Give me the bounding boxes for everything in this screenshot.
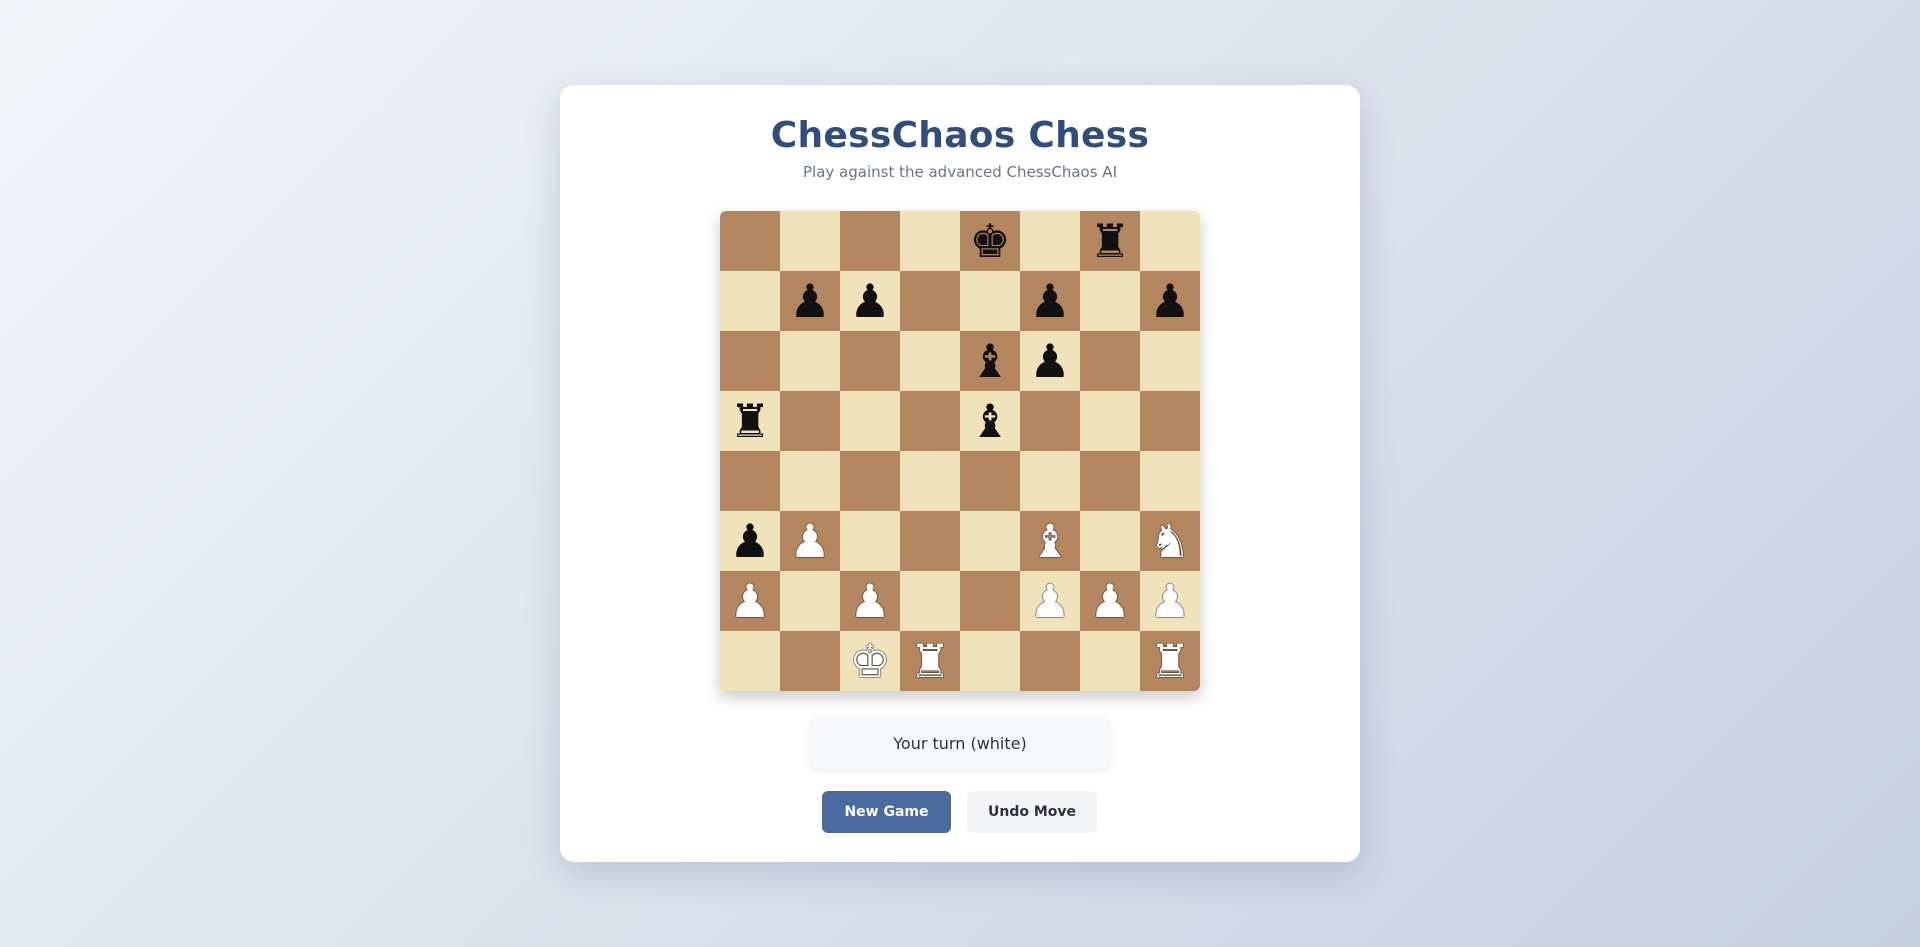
black-pawn-icon[interactable]: ♟ (729, 518, 770, 564)
square-g8[interactable]: ♜ (1080, 211, 1140, 271)
white-pawn-icon[interactable]: ♟ (729, 578, 770, 624)
square-h1[interactable]: ♜ (1140, 631, 1200, 691)
square-a6[interactable] (720, 331, 780, 391)
square-h2[interactable]: ♟ (1140, 571, 1200, 631)
square-h4[interactable] (1140, 451, 1200, 511)
square-d3[interactable] (900, 511, 960, 571)
square-h7[interactable]: ♟ (1140, 271, 1200, 331)
new-game-button[interactable]: New Game (822, 791, 951, 833)
square-e5[interactable]: ♝ (960, 391, 1020, 451)
square-b2[interactable] (780, 571, 840, 631)
square-e3[interactable] (960, 511, 1020, 571)
square-a1[interactable] (720, 631, 780, 691)
square-b5[interactable] (780, 391, 840, 451)
white-pawn-icon[interactable]: ♟ (1149, 578, 1190, 624)
black-pawn-icon[interactable]: ♟ (789, 278, 830, 324)
square-e8[interactable]: ♚ (960, 211, 1020, 271)
white-pawn-icon[interactable]: ♟ (849, 578, 890, 624)
square-a5[interactable]: ♜ (720, 391, 780, 451)
square-d1[interactable]: ♜ (900, 631, 960, 691)
square-f3[interactable]: ♝ (1020, 511, 1080, 571)
square-h5[interactable] (1140, 391, 1200, 451)
square-b4[interactable] (780, 451, 840, 511)
square-g2[interactable]: ♟ (1080, 571, 1140, 631)
square-c7[interactable]: ♟ (840, 271, 900, 331)
square-f2[interactable]: ♟ (1020, 571, 1080, 631)
square-c6[interactable] (840, 331, 900, 391)
square-c2[interactable]: ♟ (840, 571, 900, 631)
square-a8[interactable] (720, 211, 780, 271)
square-b1[interactable] (780, 631, 840, 691)
square-c5[interactable] (840, 391, 900, 451)
undo-move-button[interactable]: Undo Move (967, 791, 1097, 833)
black-pawn-icon[interactable]: ♟ (1029, 338, 1070, 384)
black-king-icon[interactable]: ♚ (969, 218, 1010, 264)
square-g3[interactable] (1080, 511, 1140, 571)
black-pawn-icon[interactable]: ♟ (1149, 278, 1190, 324)
black-rook-icon[interactable]: ♜ (729, 398, 770, 444)
white-pawn-icon[interactable]: ♟ (1089, 578, 1130, 624)
square-d8[interactable] (900, 211, 960, 271)
square-g4[interactable] (1080, 451, 1140, 511)
square-a7[interactable] (720, 271, 780, 331)
square-f1[interactable] (1020, 631, 1080, 691)
black-bishop-icon[interactable]: ♝ (969, 398, 1010, 444)
white-pawn-icon[interactable]: ♟ (789, 518, 830, 564)
square-g6[interactable] (1080, 331, 1140, 391)
square-f5[interactable] (1020, 391, 1080, 451)
square-a4[interactable] (720, 451, 780, 511)
square-h6[interactable] (1140, 331, 1200, 391)
square-b3[interactable]: ♟ (780, 511, 840, 571)
square-g5[interactable] (1080, 391, 1140, 451)
square-c1[interactable]: ♚ (840, 631, 900, 691)
square-a3[interactable]: ♟ (720, 511, 780, 571)
black-pawn-icon[interactable]: ♟ (849, 278, 890, 324)
white-knight-icon[interactable]: ♞ (1149, 518, 1190, 564)
square-a2[interactable]: ♟ (720, 571, 780, 631)
black-rook-icon[interactable]: ♜ (1089, 218, 1130, 264)
square-d2[interactable] (900, 571, 960, 631)
square-c8[interactable] (840, 211, 900, 271)
square-b6[interactable] (780, 331, 840, 391)
game-card: ChessChaos Chess Play against the advanc… (560, 85, 1360, 862)
square-f4[interactable] (1020, 451, 1080, 511)
black-pawn-icon[interactable]: ♟ (1029, 278, 1070, 324)
square-c3[interactable] (840, 511, 900, 571)
square-f6[interactable]: ♟ (1020, 331, 1080, 391)
square-d4[interactable] (900, 451, 960, 511)
square-e7[interactable] (960, 271, 1020, 331)
turn-status: Your turn (white) (810, 717, 1110, 769)
square-f7[interactable]: ♟ (1020, 271, 1080, 331)
page-title: ChessChaos Chess (770, 115, 1150, 156)
white-rook-icon[interactable]: ♜ (909, 638, 950, 684)
white-rook-icon[interactable]: ♜ (1149, 638, 1190, 684)
square-f8[interactable] (1020, 211, 1080, 271)
square-b8[interactable] (780, 211, 840, 271)
white-bishop-icon[interactable]: ♝ (1029, 518, 1070, 564)
page-subtitle: Play against the advanced ChessChaos AI (803, 163, 1117, 181)
square-h8[interactable] (1140, 211, 1200, 271)
square-g7[interactable] (1080, 271, 1140, 331)
square-d5[interactable] (900, 391, 960, 451)
square-c4[interactable] (840, 451, 900, 511)
square-e2[interactable] (960, 571, 1020, 631)
square-e1[interactable] (960, 631, 1020, 691)
black-bishop-icon[interactable]: ♝ (969, 338, 1010, 384)
square-b7[interactable]: ♟ (780, 271, 840, 331)
square-g1[interactable] (1080, 631, 1140, 691)
chess-board[interactable]: ♚ ♜ ♟ ♟ ♟ ♟ ♝ ♟ ♜ ♝ ♟ ♟ ♝ ♞ ♟ ♟ ♟ ♟ ♟ ♚ ♜ ♜ (720, 211, 1200, 691)
square-e6[interactable]: ♝ (960, 331, 1020, 391)
square-h3[interactable]: ♞ (1140, 511, 1200, 571)
square-d7[interactable] (900, 271, 960, 331)
white-pawn-icon[interactable]: ♟ (1029, 578, 1070, 624)
square-e4[interactable] (960, 451, 1020, 511)
square-d6[interactable] (900, 331, 960, 391)
white-king-icon[interactable]: ♚ (849, 638, 890, 684)
